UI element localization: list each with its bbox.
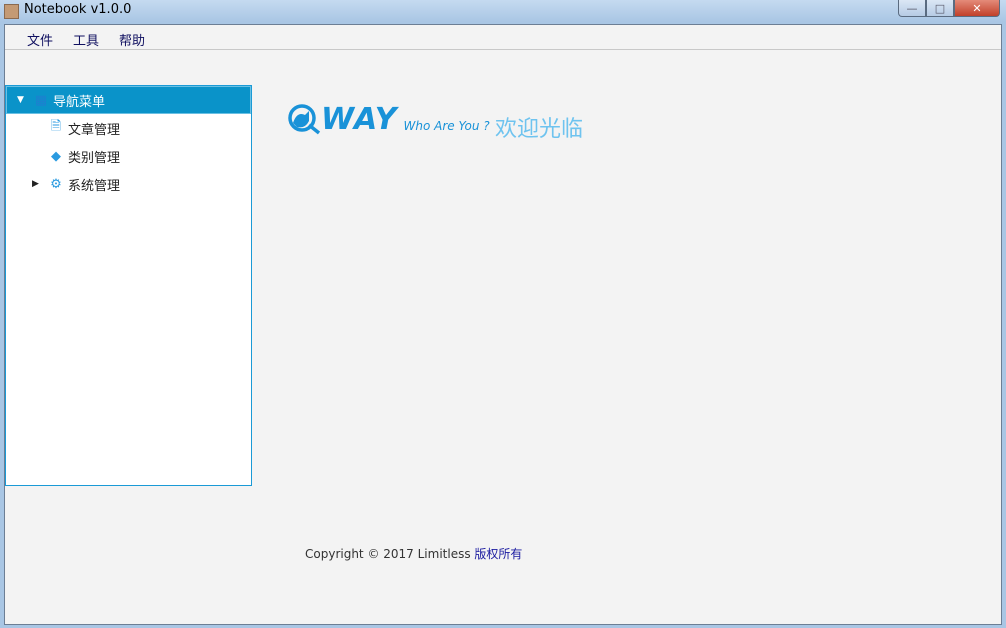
expand-arrow-icon[interactable]: ▶: [32, 179, 42, 189]
document-icon: 🗎: [50, 119, 62, 134]
title-bar: Notebook v1.0.0 — □ ✕: [0, 0, 1006, 22]
tree-item-system[interactable]: ▶ ⚙ 系统管理: [6, 170, 251, 198]
main-window: 文件 工具 帮助 ▼ ▦ 导航菜单 🗎 文章管理 ◆ 类别管理 ▶ ⚙ 系统管理…: [4, 24, 1002, 625]
q-logo-icon: [288, 104, 321, 135]
layers-icon: ◆: [51, 148, 61, 164]
menu-tools[interactable]: 工具: [63, 25, 109, 49]
window-title: Notebook v1.0.0: [24, 2, 132, 17]
tree-item-label: 类别管理: [68, 150, 121, 166]
rights-text: 版权所有: [474, 547, 523, 561]
footer-copyright: Copyright © 2017 Limitless 版权所有: [305, 545, 522, 562]
menu-bar: 文件 工具 帮助: [5, 25, 1001, 50]
logo-tagline: Who Are You ?: [403, 119, 490, 133]
welcome-text: 欢迎光临: [495, 117, 584, 142]
navigation-tree[interactable]: ▼ ▦ 导航菜单 🗎 文章管理 ◆ 类别管理 ▶ ⚙ 系统管理: [5, 85, 252, 486]
close-button[interactable]: ✕: [954, 0, 1000, 17]
menu-help[interactable]: 帮助: [109, 25, 155, 49]
minimize-button[interactable]: —: [898, 0, 926, 17]
qway-logo: WAY Who Are You ?: [287, 103, 490, 135]
tree-item-label: 文章管理: [68, 122, 121, 138]
copyright-text: Copyright © 2017 Limitless: [305, 547, 471, 561]
app-icon: [4, 4, 19, 19]
tree-item-label: 系统管理: [68, 178, 121, 194]
menu-file[interactable]: 文件: [17, 25, 63, 49]
tree-root-label: 导航菜单: [53, 94, 106, 110]
logo-way: WAY: [321, 102, 398, 137]
tree-item-articles[interactable]: 🗎 文章管理: [6, 114, 251, 142]
grid-icon: ▦: [34, 92, 48, 108]
collapse-arrow-icon[interactable]: ▼: [17, 95, 27, 105]
tree-root[interactable]: ▼ ▦ 导航菜单: [6, 86, 251, 114]
gear-icon: ⚙: [50, 176, 62, 192]
maximize-button[interactable]: □: [926, 0, 954, 17]
tree-item-categories[interactable]: ◆ 类别管理: [6, 142, 251, 170]
